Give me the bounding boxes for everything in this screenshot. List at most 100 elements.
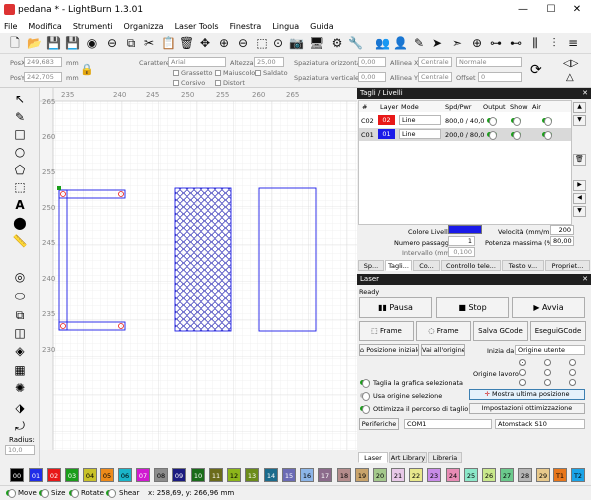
rotate-icon[interactable]: ⤾: [12, 419, 28, 433]
palette-swatch-04[interactable]: 04: [83, 468, 97, 482]
distribute-icon[interactable]: ⫶: [547, 36, 561, 50]
camera-icon[interactable]: 📷: [289, 36, 304, 50]
refresh-icon[interactable]: ⟳: [530, 62, 542, 78]
menu-file[interactable]: File: [4, 20, 17, 33]
shear-toggle[interactable]: [106, 489, 116, 498]
menu-modifica[interactable]: Modifica: [28, 20, 61, 33]
origin-radio-mr[interactable]: [569, 369, 576, 376]
palette-swatch-17[interactable]: 17: [318, 468, 332, 482]
frame-icon[interactable]: ⬚: [12, 180, 28, 194]
close-button[interactable]: ✕: [563, 0, 591, 20]
palette-swatch-13[interactable]: 13: [245, 468, 259, 482]
palette-swatch-t2[interactable]: T2: [571, 468, 585, 482]
posy-field[interactable]: 242,705: [24, 72, 62, 82]
maiuscolo-checkbox[interactable]: [215, 70, 221, 76]
show-toggle[interactable]: [511, 117, 521, 126]
import-icon[interactable]: ◉: [85, 36, 99, 50]
posx-field[interactable]: 249,683: [24, 57, 62, 67]
users-icon[interactable]: 👥: [375, 36, 390, 50]
stop-button[interactable]: ■ Stop: [436, 297, 509, 318]
rotate-toggle[interactable]: [69, 489, 79, 498]
palette-swatch-16[interactable]: 16: [300, 468, 314, 482]
origin-radio-br[interactable]: [569, 379, 576, 386]
move-toggle[interactable]: [6, 489, 16, 498]
height-field[interactable]: 25,00: [254, 57, 284, 67]
zoom-fit-icon[interactable]: ⊙: [271, 36, 285, 50]
palette-swatch-11[interactable]: 11: [209, 468, 223, 482]
measure-icon[interactable]: 📏: [12, 234, 28, 248]
show-toggle[interactable]: [511, 131, 521, 140]
offset-icon[interactable]: ◎: [12, 270, 28, 284]
copy-icon[interactable]: ⧉: [124, 36, 138, 50]
save-icon[interactable]: 💾: [46, 36, 61, 50]
tab-laser[interactable]: Laser: [358, 452, 388, 463]
open-folder-icon[interactable]: 📂: [27, 36, 42, 50]
text-icon[interactable]: A: [12, 198, 28, 212]
allinea-x-select[interactable]: Centrale: [418, 57, 452, 67]
impostazioni-ottimizzazione-button[interactable]: Impostazioni ottimizzazione: [469, 403, 585, 414]
palette-swatch-27[interactable]: 27: [500, 468, 514, 482]
tab-tagli[interactable]: Tagli...: [385, 260, 412, 271]
palette-swatch-29[interactable]: 29: [536, 468, 550, 482]
design-canvas[interactable]: 235 240 245 250 255 260 265 265 260 255 …: [40, 88, 357, 450]
delete-layer-button[interactable]: 🗑: [573, 154, 586, 166]
panel-close-icon[interactable]: ✕: [582, 274, 588, 285]
paste-icon[interactable]: 📋: [161, 36, 176, 50]
salva-gcode-button[interactable]: Salva GCode: [473, 321, 528, 341]
tab-proprieta[interactable]: Propriet...: [545, 260, 590, 271]
intersect-icon[interactable]: ◈: [12, 344, 28, 358]
offset-field[interactable]: 0: [478, 72, 522, 82]
origin-radio-tl[interactable]: [519, 359, 526, 366]
mode-select[interactable]: Line: [399, 115, 441, 125]
layer-down-button[interactable]: ▼: [573, 115, 586, 126]
potenza-field[interactable]: 80,00: [550, 236, 574, 246]
palette-swatch-07[interactable]: 07: [136, 468, 150, 482]
distort-checkbox[interactable]: [215, 80, 221, 86]
scroll-down-button[interactable]: ▼: [573, 206, 586, 217]
palette-swatch-06[interactable]: 06: [118, 468, 132, 482]
tools-icon[interactable]: 🔧: [348, 36, 363, 50]
menu-organizza[interactable]: Organizza: [124, 20, 164, 33]
saldato-checkbox[interactable]: [255, 70, 261, 76]
esegui-gcode-button[interactable]: EseguiGCode: [530, 321, 586, 341]
maximize-button[interactable]: ☐: [537, 0, 565, 20]
zoom-in-icon[interactable]: ⊕: [217, 36, 231, 50]
palette-swatch-20[interactable]: 20: [373, 468, 387, 482]
send-icon[interactable]: ➤: [430, 36, 444, 50]
frame-button[interactable]: ⬚ Frame: [359, 321, 414, 341]
palette-swatch-05[interactable]: 05: [100, 468, 114, 482]
delete-icon[interactable]: 🗑: [179, 36, 194, 50]
user-icon[interactable]: 👤: [393, 36, 408, 50]
edit-nodes-icon[interactable]: ✎: [12, 110, 28, 124]
palette-swatch-12[interactable]: 12: [227, 468, 241, 482]
origin-radio-tc[interactable]: [544, 359, 551, 366]
align-horizontal-icon[interactable]: ⊶: [489, 36, 503, 50]
cut-icon[interactable]: ✂: [142, 36, 156, 50]
ottimizza-toggle[interactable]: [360, 405, 370, 414]
palette-swatch-14[interactable]: 14: [264, 468, 278, 482]
palette-swatch-01[interactable]: 01: [29, 468, 43, 482]
origin-radio-bl[interactable]: [519, 379, 526, 386]
mostra-ultima-button[interactable]: ✛ Mostra ultima posizione: [469, 389, 585, 400]
palette-swatch-10[interactable]: 10: [191, 468, 205, 482]
tab-art-library[interactable]: Art Library: [389, 452, 427, 463]
palette-swatch-03[interactable]: 03: [65, 468, 79, 482]
pausa-button[interactable]: ▮▮ Pausa: [359, 297, 432, 318]
palette-swatch-22[interactable]: 22: [409, 468, 423, 482]
zoom-out-icon[interactable]: ⊖: [236, 36, 250, 50]
monitor-icon[interactable]: 🖥: [309, 36, 324, 50]
scroll-right-button[interactable]: ▶: [573, 180, 586, 191]
device-select[interactable]: Atomstack S10: [495, 419, 585, 429]
frame-circle-button[interactable]: ◌ Frame: [416, 321, 471, 341]
sp-orizzontale-field[interactable]: 0,00: [358, 57, 386, 67]
target-icon[interactable]: ⊕: [470, 36, 484, 50]
output-toggle[interactable]: [487, 117, 497, 126]
zoom-frame-icon[interactable]: ⬚: [255, 36, 269, 50]
palette-swatch-24[interactable]: 24: [446, 468, 460, 482]
move-icon[interactable]: ✥: [198, 36, 212, 50]
origin-radio-bc[interactable]: [544, 379, 551, 386]
union-icon[interactable]: ⧉: [12, 308, 28, 322]
port-select[interactable]: COM1: [404, 419, 492, 429]
inizia-da-select[interactable]: Origine utente: [515, 345, 585, 355]
radius-field[interactable]: 10,0: [5, 445, 35, 455]
